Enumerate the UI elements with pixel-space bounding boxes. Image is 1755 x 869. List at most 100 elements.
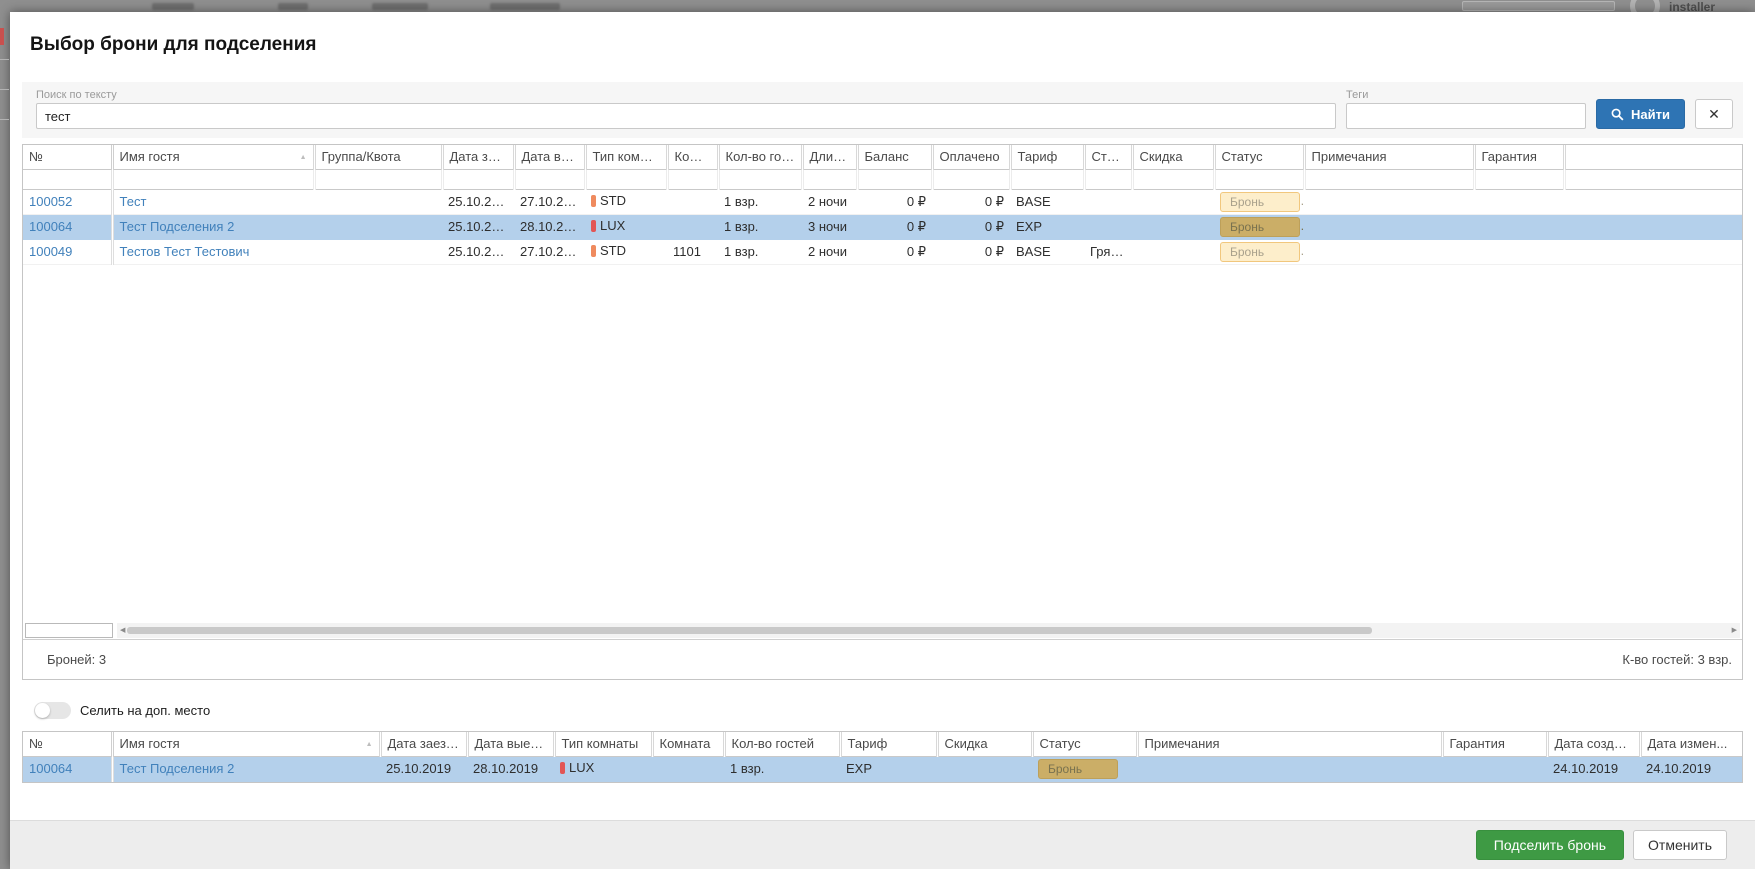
column-header-guests[interactable]: Кол-во гост... [718,145,802,169]
cell-room [667,214,718,239]
filter-cell[interactable] [23,169,112,189]
column-header-arrival[interactable]: Дата заезда [380,732,467,756]
filter-cell[interactable] [718,169,802,189]
cell-balance: 0 ₽ [857,214,932,239]
column-header-room[interactable]: Комната [652,732,724,756]
column-header-notes[interactable]: Примечания [1137,732,1442,756]
column-header-status[interactable]: Статус [1214,145,1304,169]
room-type-color-icon [591,245,596,257]
column-header-guests[interactable]: Кол-во гостей [724,732,840,756]
cell-guests: 1 взр. [718,214,802,239]
column-header-departure[interactable]: Дата вые... [514,145,585,169]
filter-cell[interactable] [1010,169,1084,189]
find-button[interactable]: Найти [1596,99,1685,129]
booking-row[interactable]: 100049 Тестов Тест Тестович 25.10.2019 2… [23,239,1742,264]
column-header-discount[interactable]: Скидка [937,732,1032,756]
guest-name-link[interactable]: Тест Подселения 2 [120,761,235,776]
guest-name-link[interactable]: Тест [120,194,147,209]
column-header-guest-name[interactable]: Имя гостя▲ [112,145,314,169]
filter-cell[interactable] [585,169,667,189]
cell-departure: 28.10.2019 [467,756,554,781]
guest-name-link[interactable]: Тестов Тест Тестович [120,244,250,259]
dialog-title: Выбор брони для подселения [30,34,1755,56]
filter-cell[interactable] [314,169,442,189]
column-header-guest-name[interactable]: Имя гостя▲ [112,732,380,756]
room-type-color-icon [591,195,596,207]
column-header-room-status[interactable]: Статус... [1084,145,1132,169]
room-type-chip: STD [591,193,626,208]
column-header-status[interactable]: Статус [1032,732,1137,756]
column-header-created[interactable]: Дата создан... [1547,732,1640,756]
guest-name-link[interactable]: Тест Подселения 2 [120,219,235,234]
column-header-num[interactable]: № [23,732,112,756]
column-header-notes[interactable]: Примечания [1304,145,1474,169]
horizontal-scrollbar[interactable]: ◀ ▶ [117,623,1740,638]
booking-number-link[interactable]: 100064 [29,219,72,234]
filter-cell[interactable] [514,169,585,189]
scrollbar-thumb[interactable] [127,627,1372,634]
column-header-arrival[interactable]: Дата заез... [442,145,514,169]
filter-cell[interactable] [442,169,514,189]
scroll-right-icon[interactable]: ▶ [1732,627,1737,634]
column-header-num[interactable]: № [23,145,112,169]
filter-cell[interactable] [1084,169,1132,189]
cell-guarantee [1474,189,1564,214]
booking-number-link[interactable]: 100052 [29,194,72,209]
cell-created: 24.10.2019 [1547,756,1640,781]
status-badge: Бронь [1220,217,1300,237]
bookings-filter-row [23,169,1742,189]
filter-cell[interactable] [112,169,314,189]
column-header-departure[interactable]: Дата выезда [467,732,554,756]
column-header-balance[interactable]: Баланс [857,145,932,169]
column-header-room-type[interactable]: Тип комнаты [554,732,652,756]
booking-number-link[interactable]: 100064 [29,761,72,776]
extra-bed-toggle[interactable] [34,702,71,719]
backdrop-row-line [0,59,9,60]
room-type-chip: STD [591,243,626,258]
column-header-discount[interactable]: Скидка [1132,145,1214,169]
search-text-input[interactable] [36,103,1336,129]
bookings-header-row: № Имя гостя▲ Группа/Квота Дата заез... Д… [23,145,1742,169]
booking-number-link[interactable]: 100049 [29,244,72,259]
tags-input[interactable] [1346,103,1586,129]
column-header-guarantee[interactable]: Гарантия [1474,145,1564,169]
cell-room: 1101 [667,239,718,264]
search-icon [1611,108,1624,121]
filter-cell[interactable] [932,169,1010,189]
clear-search-button[interactable]: ✕ [1695,99,1733,129]
selected-booking-row[interactable]: 100064 Тест Подселения 2 25.10.2019 28.1… [23,756,1742,781]
column-header-filler [1564,145,1742,169]
column-header-duration[interactable]: Длите... [802,145,857,169]
column-header-modified[interactable]: Дата измен... [1640,732,1742,756]
scroll-left-icon[interactable]: ◀ [120,627,125,634]
cancel-button[interactable]: Отменить [1633,830,1727,860]
filter-cell[interactable] [1132,169,1214,189]
cell-guests: 1 взр. [724,756,840,781]
cell-discount [1132,189,1214,214]
cell-paid: 0 ₽ [932,214,1010,239]
column-header-tariff[interactable]: Тариф [840,732,937,756]
filter-cell [1564,169,1742,189]
column-header-group-quota[interactable]: Группа/Квота [314,145,442,169]
filter-cell[interactable] [1304,169,1474,189]
filter-cell[interactable] [857,169,932,189]
column-header-room-type[interactable]: Тип комнаты [585,145,667,169]
filter-cell[interactable] [667,169,718,189]
co-occupancy-dialog: Выбор брони для подселения Поиск по текс… [10,12,1755,869]
filter-cell[interactable] [802,169,857,189]
filter-cell[interactable] [1474,169,1564,189]
booking-row[interactable]: 100052 Тест 25.10.2019 27.10.2019 STD 1 … [23,189,1742,214]
cell-notes [1304,214,1474,239]
submit-co-occupancy-button[interactable]: Подселить бронь [1476,830,1624,860]
room-type-chip: LUX [560,760,594,775]
cell-tariff: BASE [1010,239,1084,264]
cell-notes [1137,756,1442,781]
column-header-paid[interactable]: Оплачено [932,145,1010,169]
column-header-room[interactable]: Комна... [667,145,718,169]
filter-cell[interactable] [1214,169,1304,189]
column-header-guarantee[interactable]: Гарантия [1442,732,1547,756]
column-header-tariff[interactable]: Тариф [1010,145,1084,169]
cell-room-status: Грязн... [1084,239,1132,264]
cell-guarantee [1442,756,1547,781]
booking-row-selected[interactable]: 100064 Тест Подселения 2 25.10.2019 28.1… [23,214,1742,239]
